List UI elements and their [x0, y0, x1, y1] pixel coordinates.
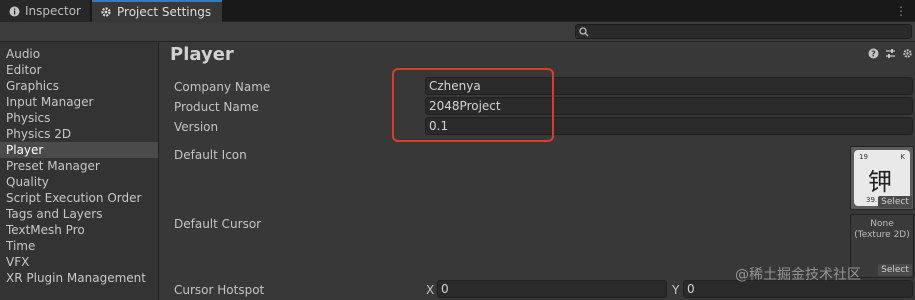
- presets-icon[interactable]: [885, 48, 896, 59]
- sidebar-item-preset-manager[interactable]: Preset Manager: [0, 158, 158, 174]
- tab-project-settings-label: Project Settings: [117, 5, 212, 19]
- sidebar-item-physics-2d[interactable]: Physics 2D: [0, 126, 158, 142]
- default-cursor-none-text: None (Texture 2D): [851, 219, 913, 241]
- search-row: [0, 22, 915, 42]
- default-icon-select-button[interactable]: Select: [878, 196, 912, 208]
- sidebar-item-audio[interactable]: Audio: [0, 46, 158, 62]
- sidebar-item-quality[interactable]: Quality: [0, 174, 158, 190]
- product-name-label: Product Name: [174, 100, 259, 114]
- gear-icon: [100, 6, 112, 18]
- icon-image-character: 钾: [868, 168, 892, 196]
- default-cursor-none: None: [870, 219, 894, 229]
- tab-bar: Inspector Project Settings ⋮: [0, 0, 915, 22]
- hotspot-y-label: Y: [672, 283, 680, 297]
- sidebar-item-editor[interactable]: Editor: [0, 62, 158, 78]
- default-cursor-select-button[interactable]: Select: [878, 264, 912, 276]
- sidebar-item-physics[interactable]: Physics: [0, 110, 158, 126]
- player-settings-panel: Player ? Company Name Czhenya Product Na…: [160, 42, 915, 300]
- cursor-hotspot-label: Cursor Hotspot: [174, 283, 265, 297]
- sidebar-item-vfx[interactable]: VFX: [0, 254, 158, 270]
- kebab-menu-icon[interactable]: ⋮: [895, 4, 907, 18]
- watermark-text: @稀土掘金技术社区: [735, 267, 861, 283]
- icon-image-number: 19: [859, 153, 868, 161]
- default-icon-slot[interactable]: 19 K 钾 39.10 Select: [850, 146, 914, 210]
- version-label: Version: [174, 120, 219, 134]
- sidebar-item-player[interactable]: Player: [0, 142, 158, 158]
- svg-text:?: ?: [871, 50, 876, 59]
- settings-sidebar: Audio Editor Graphics Input Manager Phys…: [0, 42, 159, 300]
- hotspot-x-label: X: [426, 283, 435, 297]
- page-title: Player: [170, 44, 234, 65]
- search-icon: [579, 27, 589, 37]
- sidebar-item-xr-plugin-management[interactable]: XR Plugin Management: [0, 270, 158, 286]
- tab-inspector[interactable]: Inspector: [0, 0, 90, 22]
- default-cursor-label: Default Cursor: [174, 217, 262, 231]
- tab-inspector-label: Inspector: [25, 4, 81, 18]
- tab-project-settings[interactable]: Project Settings: [92, 0, 222, 22]
- icon-image-symbol: K: [900, 153, 905, 161]
- default-cursor-type: (Texture 2D): [854, 230, 910, 240]
- highlight-annotation: [392, 68, 554, 142]
- header-icons: ?: [868, 48, 913, 59]
- sidebar-item-input-manager[interactable]: Input Manager: [0, 94, 158, 110]
- sidebar-item-tags-and-layers[interactable]: Tags and Layers: [0, 206, 158, 222]
- company-name-label: Company Name: [174, 80, 271, 94]
- settings-icon[interactable]: [902, 48, 913, 59]
- default-icon-label: Default Icon: [174, 148, 247, 162]
- info-icon: [8, 5, 20, 17]
- sidebar-item-script-execution-order[interactable]: Script Execution Order: [0, 190, 158, 206]
- sidebar-item-textmesh-pro[interactable]: TextMesh Pro: [0, 222, 158, 238]
- search-input[interactable]: [575, 24, 912, 39]
- help-icon[interactable]: ?: [868, 48, 879, 59]
- sidebar-item-graphics[interactable]: Graphics: [0, 78, 158, 94]
- sidebar-item-time[interactable]: Time: [0, 238, 158, 254]
- hotspot-x-field[interactable]: 0: [437, 280, 667, 298]
